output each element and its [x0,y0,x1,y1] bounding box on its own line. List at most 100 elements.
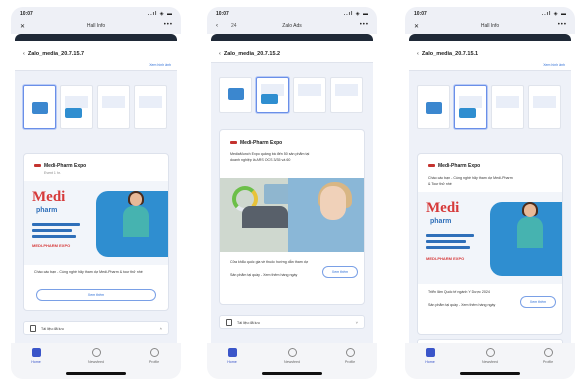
banner-person-image [514,202,546,248]
file-header: ‹ Zalo_media_20.7.15.1 Xem hình ảnh [409,41,571,71]
thumbnail-item[interactable] [256,77,289,113]
file-header: ‹ Zalo_media_20.7.15.7 Xem hình ảnh [15,41,177,71]
view-more-button[interactable]: Xem thêm [322,266,358,278]
file-header: ‹ Zalo_media_20.7.15.2 [211,41,373,63]
home-icon [227,348,237,357]
top-bar: ✕ Hall Info ••• [11,20,181,34]
post-card: Medi-Pharm Expo Chào các bạn - Cùng nghề… [417,153,563,335]
document-icon [30,325,36,332]
brand-name: Medi-Pharm Expo [428,163,480,169]
top-bar-title: Hall Info [86,23,106,29]
banner-logo-sub: pharm [36,207,58,214]
thumbnail-item[interactable] [491,85,524,129]
profile-icon [149,348,159,357]
saved-docs-row[interactable]: Tài liệu đã lưu ˄ [23,321,169,335]
chevron-left-icon[interactable]: ‹ [417,51,419,57]
thumbnail-item[interactable] [330,77,363,113]
post-description-2: & Tour thử nhé [428,182,452,186]
file-name[interactable]: ‹ Zalo_media_20.7.15.7 [23,51,84,57]
file-name[interactable]: ‹ Zalo_media_20.7.15.2 [219,51,280,57]
thumbnail-item[interactable] [528,85,561,129]
newsfeed-icon [287,348,297,357]
profile-icon [345,348,355,357]
bottom-nav: Home Newsfeed Profile [405,343,575,379]
promo-photo[interactable] [220,178,364,252]
banner-red-text: MEDI-PHARM EXPO [32,243,71,248]
chevron-up-icon: ˄ [159,326,162,331]
bottom-nav: Home Newsfeed Profile [11,343,181,379]
document-icon [226,319,232,326]
status-time: 10:07 [20,11,33,17]
banner-person-image [120,191,152,237]
chevron-left-icon[interactable]: ‹ [23,51,25,57]
phone-screen-3: 10:07 ..ıl ◈ ▬ ✕ Hall Info ••• ‹ Zalo_med… [405,7,575,379]
post-description: Chào các bạn - Cùng nghề hãy tham dự Med… [34,270,143,274]
top-bar-title: Hall Info [480,23,500,29]
file-name[interactable]: ‹ Zalo_media_20.7.15.1 [417,51,478,57]
saved-docs-label: Tài liệu đã lưu [41,327,64,331]
nav-home[interactable]: Home [217,348,247,364]
post-description: MediaMunch Expo quảng bá đến 50 sản phẩm… [230,152,310,156]
thumbnail-strip [417,77,571,129]
post-description-2: doanh nghiệp là ARS OCS 3/35 và 60 [230,158,291,162]
status-bar: 10:07 ..ıl ◈ ▬ [207,7,377,20]
chevron-left-icon[interactable]: ‹ [219,51,221,57]
home-icon [425,348,435,357]
thumbnail-item[interactable] [97,85,130,129]
home-icon [31,348,41,357]
profile-icon [543,348,553,357]
saved-docs-row[interactable]: Tài liệu đã lưu ˅ [219,315,365,329]
nav-profile[interactable]: Profile [335,348,365,364]
nav-newsfeed[interactable]: Newsfeed [277,348,307,364]
view-link[interactable]: Xem hình ảnh [149,63,171,67]
banner-logo: Medi [32,189,66,205]
more-icon[interactable]: ••• [558,22,567,28]
post-subtitle: Event 1 hr. [44,171,61,175]
nav-newsfeed[interactable]: Newsfeed [475,348,505,364]
cta-text: Triển lãm Quốc tế ngành Y Dược 2024 [428,290,490,294]
banner-red-text: MEDI-PHARM EXPO [426,256,465,261]
thumbnail-item[interactable] [454,85,487,129]
top-bar-title: Zalo Ads [282,23,302,29]
thumbnail-item[interactable] [417,85,450,129]
nav-home[interactable]: Home [415,348,445,364]
promo-banner[interactable]: Medi pharm MEDI-PHARM EXPO [24,181,168,265]
promo-banner[interactable]: Medi pharm MEDI-PHARM EXPO [418,192,562,284]
signal-icon: ..ıl ◈ ▬ [343,11,369,17]
thumbnail-strip [219,69,373,115]
brand-name: Medi-Pharm Expo [34,163,86,169]
nav-newsfeed[interactable]: Newsfeed [81,348,111,364]
sheet-handle [409,34,571,41]
more-icon[interactable]: ••• [164,22,173,28]
home-indicator [66,372,126,375]
signal-icon: ..ıl ◈ ▬ [541,11,567,17]
phone-screen-1: 10:07 ..ıl ◈ ▬ ✕ Hall Info ••• ‹ Zalo_med… [11,7,181,379]
nav-profile[interactable]: Profile [139,348,169,364]
brand-name: Medi-Pharm Expo [230,140,282,146]
content-panel: ‹ Zalo_media_20.7.15.7 Xem hình ảnh Medi-… [15,41,177,343]
thumbnail-item[interactable] [23,85,56,129]
sheet-handle [211,34,373,41]
home-indicator [460,372,520,375]
view-more-button[interactable]: Xem thêm [36,289,156,301]
more-icon[interactable]: ••• [360,22,369,28]
thumbnail-item[interactable] [293,77,326,113]
saved-docs-label: Tài liệu đã lưu [237,321,260,325]
post-description: Chào các bạn - Cùng nghề hãy tham dự Med… [428,176,513,180]
sheet-handle [15,34,177,41]
view-link[interactable]: Xem hình ảnh [543,63,565,67]
nav-home[interactable]: Home [21,348,51,364]
banner-logo-sub: pharm [430,218,452,225]
cta-text-2: Sản phẩm tại quầy - Xem thêm hàng ngày [428,303,496,307]
status-time: 10:07 [414,11,427,17]
thumbnail-strip [23,77,177,129]
bottom-nav: Home Newsfeed Profile [207,343,377,379]
thumbnail-item[interactable] [219,77,252,113]
banner-logo: Medi [426,200,460,216]
nav-profile[interactable]: Profile [533,348,563,364]
thumbnail-item[interactable] [134,85,167,129]
home-indicator [262,372,322,375]
view-more-button[interactable]: Xem thêm [520,296,556,308]
chevron-down-icon: ˅ [355,320,358,325]
thumbnail-item[interactable] [60,85,93,129]
